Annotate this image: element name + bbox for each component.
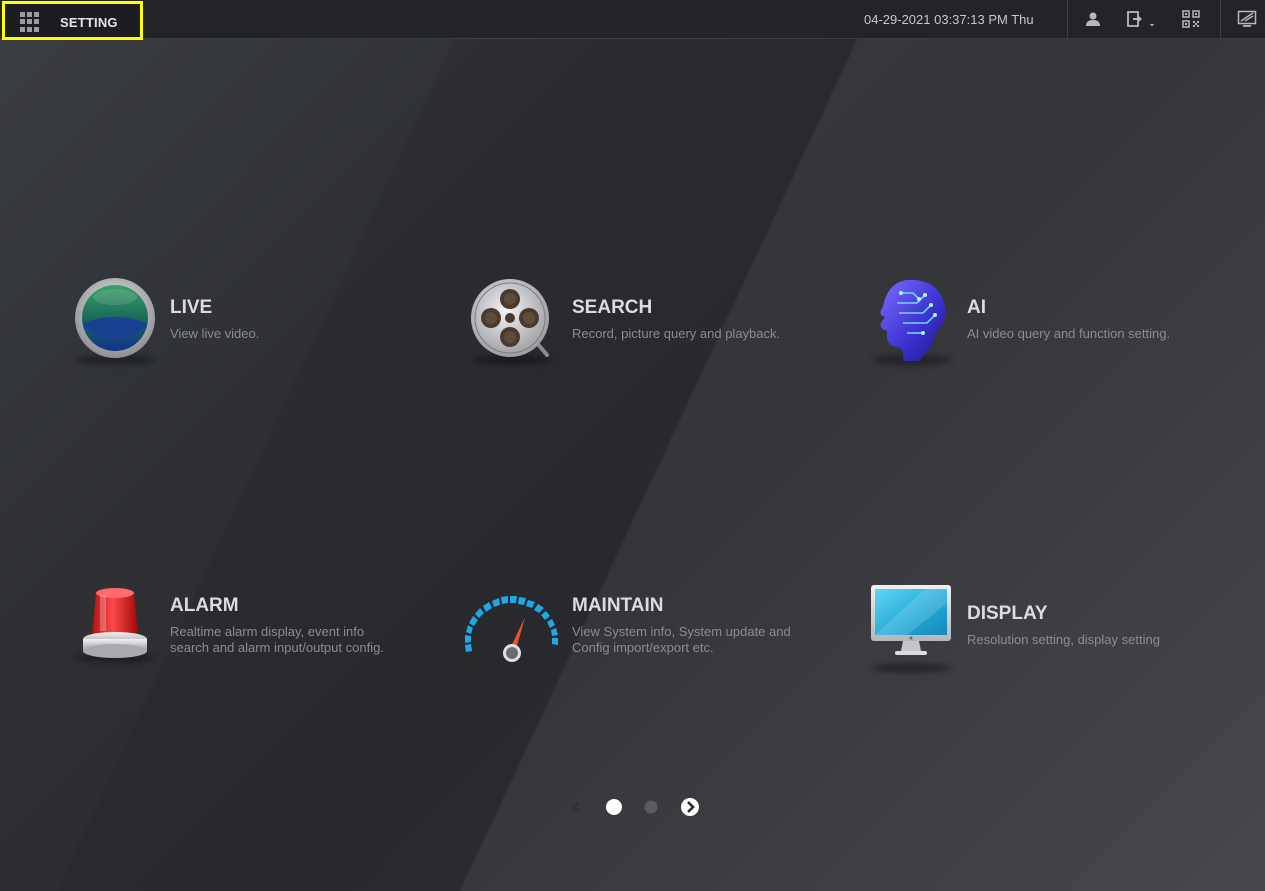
ai-head-icon [867,275,957,365]
setting-label: SETTING [60,15,118,30]
prev-page-button[interactable] [569,799,585,820]
next-page-button[interactable] [680,797,700,822]
qr-code-icon[interactable] [1182,10,1202,28]
user-icon[interactable] [1084,10,1104,28]
tile-description: View live video. [170,326,260,341]
tile-live[interactable]: LIVE View live video. [70,275,430,375]
tile-title: MAINTAIN [572,595,664,616]
background-shading [0,0,1265,891]
main-menu-screen: SETTING 04-29-2021 03:37:13 PM Thu LIVE … [0,0,1265,891]
tile-description: AI video query and function setting. [967,326,1171,341]
grid-menu-icon [20,12,40,32]
system-datetime: 04-29-2021 03:37:13 PM Thu [864,12,1034,27]
monitor-icon [867,581,957,671]
tile-title: DISPLAY [967,603,1048,624]
gauge-icon [459,583,569,673]
display-switch-icon[interactable] [1237,10,1257,28]
tile-display[interactable]: DISPLAY Resolution setting, display sett… [867,581,1237,681]
tile-description: Realtime alarm display, event info searc… [170,624,420,656]
logout-icon[interactable] [1126,10,1158,28]
tile-alarm[interactable]: ALARM Realtime alarm display, event info… [70,573,430,673]
tile-title: AI [967,297,986,318]
top-bar: SETTING 04-29-2021 03:37:13 PM Thu [0,0,1265,40]
tile-description: Record, picture query and playback. [572,326,781,341]
description-line: Config import/export etc. [572,640,714,655]
setting-button[interactable]: SETTING [2,1,143,40]
live-icon [70,275,160,365]
tile-ai[interactable]: AI AI video query and function setting. [867,275,1237,375]
tile-title: LIVE [170,297,213,318]
tile-title: ALARM [170,595,239,616]
tile-search[interactable]: SEARCH Record, picture query and playbac… [467,275,827,375]
divider [1220,0,1221,38]
divider [1067,0,1068,38]
background-highlight [0,0,1265,891]
description-line: Realtime alarm display, event info [170,624,365,639]
tile-description: Resolution setting, display setting [967,632,1160,647]
alarm-siren-icon [70,573,160,663]
tile-title: SEARCH [572,297,653,318]
page-dot-active[interactable] [605,798,623,821]
description-line: search and alarm input/output config. [170,640,384,655]
film-reel-icon [467,275,557,365]
page-dot-inactive[interactable] [644,800,658,819]
tile-maintain[interactable]: MAINTAIN View System info, System update… [465,573,827,673]
tile-description: View System info, System update and Conf… [572,624,822,656]
description-line: View System info, System update and [572,624,791,639]
